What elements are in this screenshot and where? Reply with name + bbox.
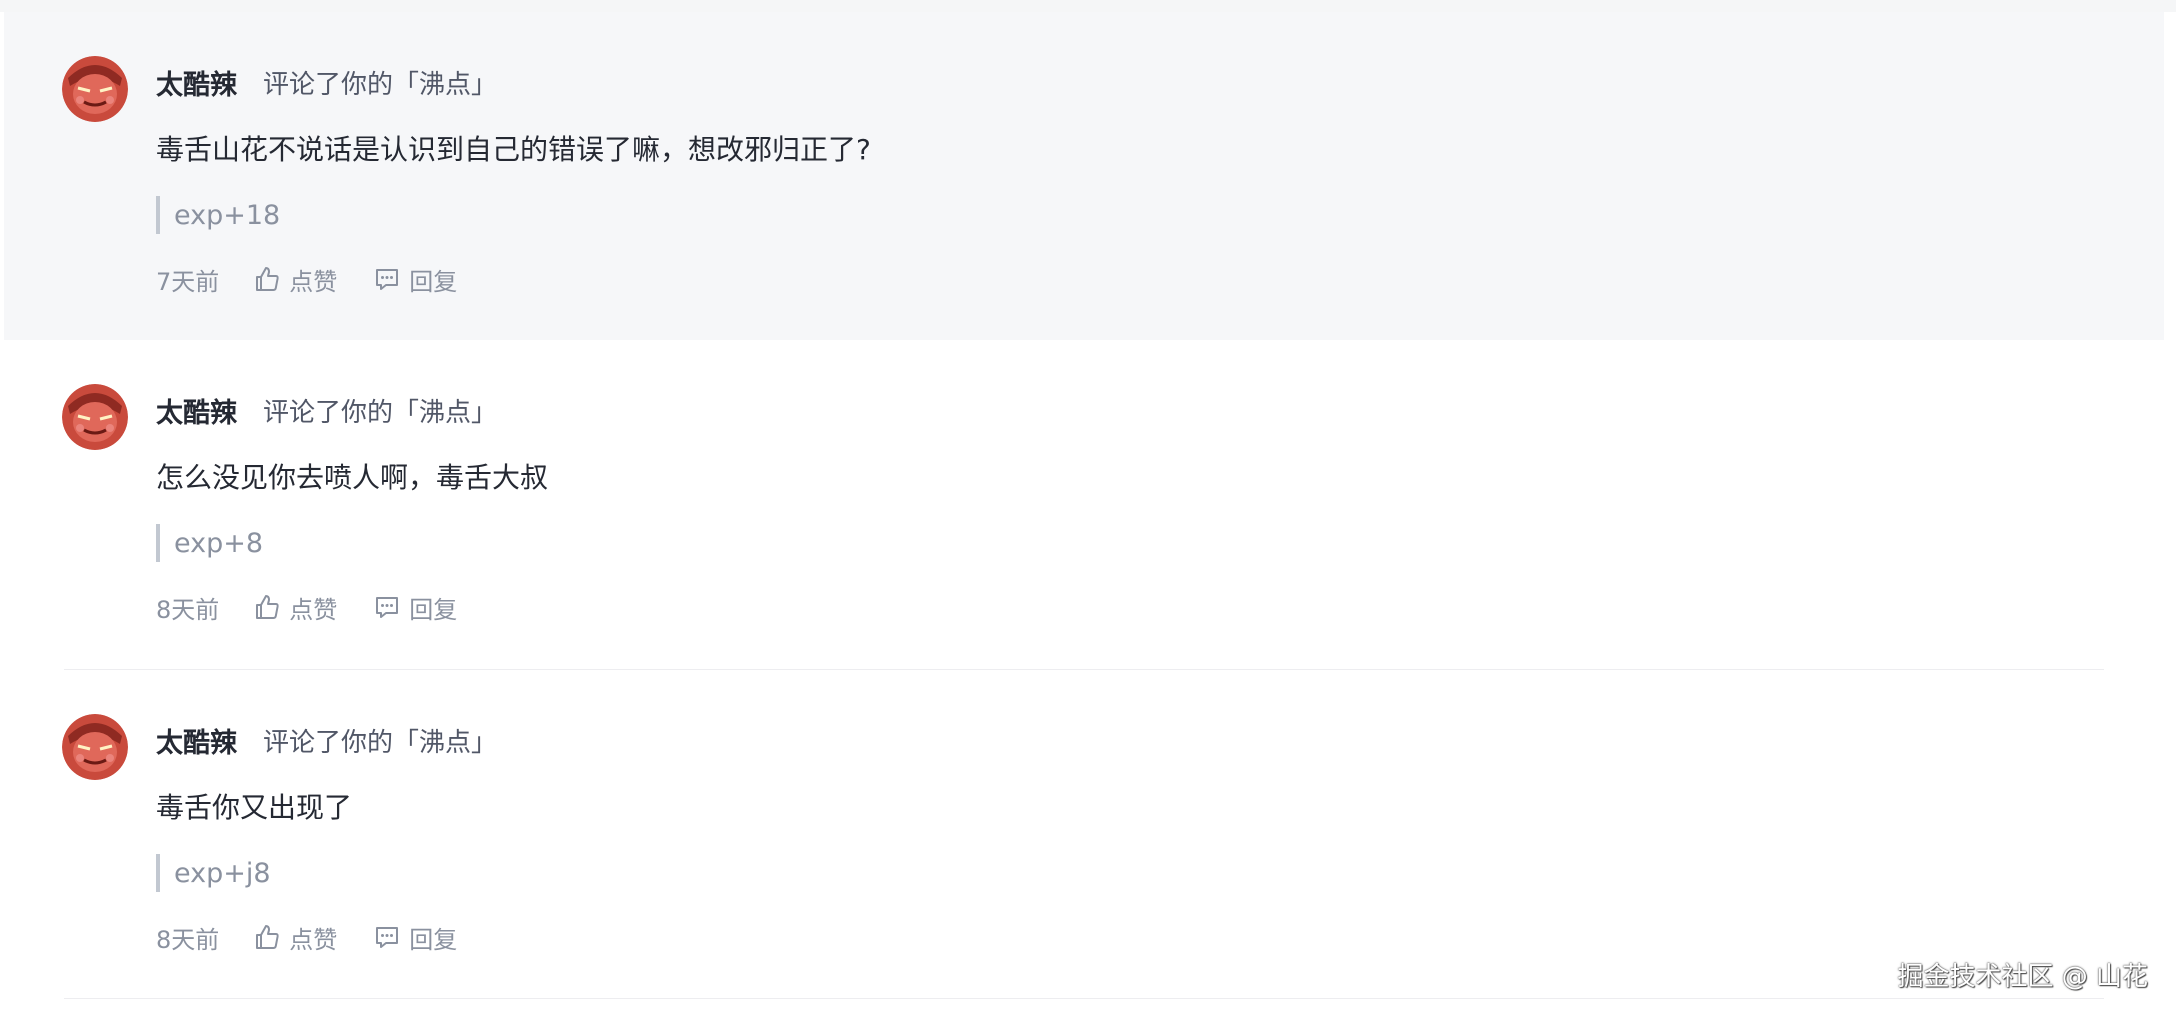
comment-icon bbox=[376, 269, 399, 290]
thumbs-up-icon bbox=[256, 925, 279, 949]
username[interactable]: 太酷辣 bbox=[156, 63, 237, 102]
watermark: 掘金技术社区 @ 山花 bbox=[1897, 962, 2148, 992]
like-button[interactable]: 点赞 bbox=[253, 262, 337, 297]
exp-quote: exp+8 bbox=[156, 524, 263, 562]
action-text: 评论了你的「沸点」 bbox=[263, 727, 498, 758]
like-button[interactable]: 点赞 bbox=[253, 920, 337, 955]
timestamp: 8天前 bbox=[156, 925, 220, 954]
avatar[interactable] bbox=[62, 56, 128, 122]
avatar[interactable] bbox=[62, 384, 128, 450]
like-button[interactable]: 点赞 bbox=[253, 590, 337, 625]
comment-content[interactable]: 毒舌你又出现了 bbox=[156, 786, 352, 826]
exp-quote: exp+18 bbox=[156, 196, 280, 234]
avatar[interactable] bbox=[62, 714, 128, 780]
avatar-image bbox=[62, 384, 128, 450]
divider bbox=[64, 998, 2104, 999]
action-text: 评论了你的「沸点」 bbox=[263, 69, 498, 100]
notification-page: 太酷辣 评论了你的「沸点」 毒舌山花不说话是认识到自己的错误了嘛，想改邪归正了?… bbox=[0, 0, 2176, 1016]
reply-button[interactable]: 回复 bbox=[373, 590, 457, 625]
timestamp: 7天前 bbox=[156, 267, 220, 296]
thumbs-up-icon bbox=[256, 267, 279, 291]
notification-item[interactable]: 太酷辣 评论了你的「沸点」 毒舌你又出现了 exp+j8 8天前 点赞 回复 bbox=[4, 670, 2164, 998]
comment-icon bbox=[376, 927, 399, 948]
thumbs-up-icon bbox=[256, 595, 279, 619]
reply-button[interactable]: 回复 bbox=[373, 920, 457, 955]
avatar-image bbox=[62, 56, 128, 122]
notification-item[interactable]: 太酷辣 评论了你的「沸点」 毒舌山花不说话是认识到自己的错误了嘛，想改邪归正了?… bbox=[4, 12, 2164, 340]
reply-label: 回复 bbox=[409, 925, 458, 954]
comment-content[interactable]: 怎么没见你去喷人啊，毒舌大叔 bbox=[156, 456, 548, 496]
comment-icon bbox=[376, 597, 399, 618]
like-label: 点赞 bbox=[289, 595, 338, 624]
top-strip bbox=[0, 0, 2176, 12]
reply-label: 回复 bbox=[409, 267, 458, 296]
exp-quote: exp+j8 bbox=[156, 854, 271, 892]
timestamp: 8天前 bbox=[156, 595, 220, 624]
action-text: 评论了你的「沸点」 bbox=[263, 397, 498, 428]
reply-button[interactable]: 回复 bbox=[373, 262, 457, 297]
like-label: 点赞 bbox=[289, 925, 338, 954]
username[interactable]: 太酷辣 bbox=[156, 721, 237, 760]
notification-item[interactable]: 太酷辣 评论了你的「沸点」 怎么没见你去喷人啊，毒舌大叔 exp+8 8天前 点… bbox=[4, 340, 2164, 668]
username[interactable]: 太酷辣 bbox=[156, 391, 237, 430]
reply-label: 回复 bbox=[409, 595, 458, 624]
like-label: 点赞 bbox=[289, 267, 338, 296]
comment-content[interactable]: 毒舌山花不说话是认识到自己的错误了嘛，想改邪归正了? bbox=[156, 128, 871, 168]
avatar-image bbox=[62, 714, 128, 780]
